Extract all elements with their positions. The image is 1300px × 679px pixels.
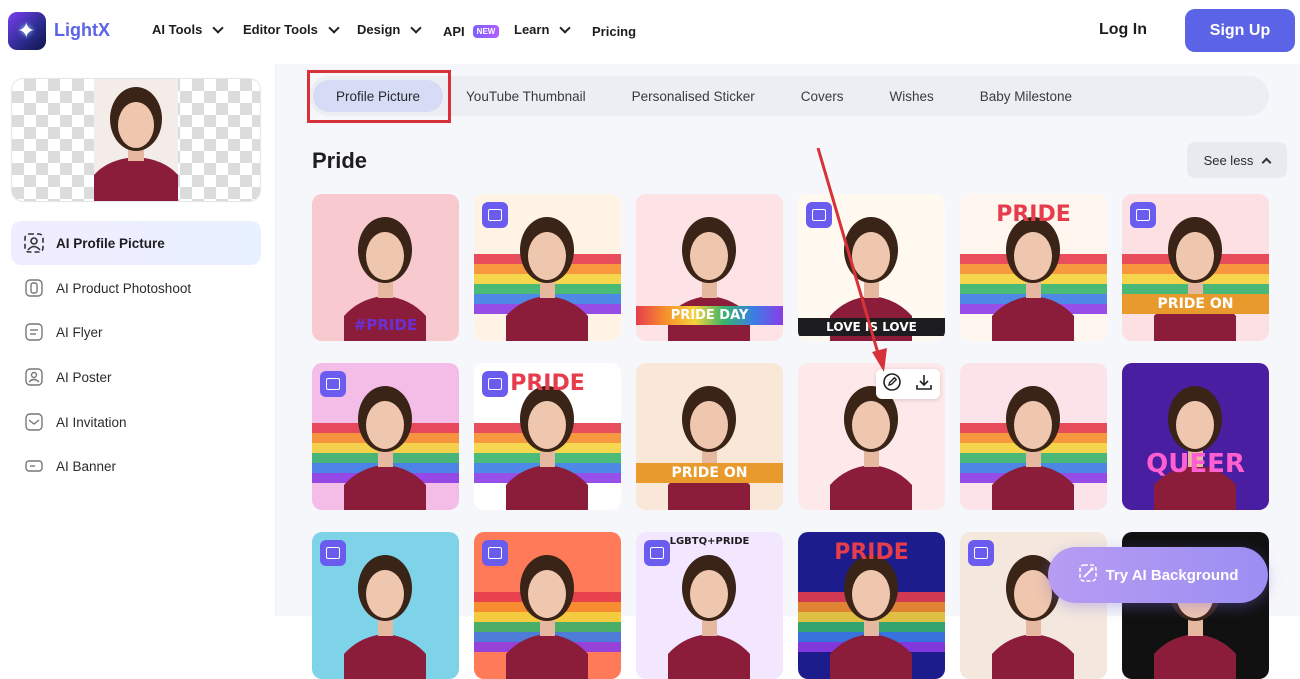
chevron-down-icon	[212, 21, 224, 34]
template-text: PRIDE	[996, 202, 1071, 227]
card-actions	[876, 369, 940, 399]
download-icon[interactable]	[914, 372, 934, 397]
profile-picture-icon	[23, 232, 45, 254]
try-ai-background-button[interactable]: Try AI Background	[1048, 547, 1268, 603]
sidebar-item-ai-profile-picture[interactable]: AI Profile Picture	[11, 221, 261, 265]
image-icon	[482, 540, 508, 566]
see-less-button[interactable]: See less	[1187, 142, 1287, 178]
login-link[interactable]: Log In	[1099, 21, 1147, 39]
nav-design[interactable]: Design	[357, 21, 423, 37]
image-icon	[806, 202, 832, 228]
nav-editor-tools[interactable]: Editor Tools	[243, 21, 340, 37]
template-card[interactable]: PRIDE DAY	[636, 194, 783, 341]
sidebar-item-ai-invitation[interactable]: AI Invitation	[11, 400, 261, 444]
template-text: PRIDE	[510, 371, 585, 396]
sidebar-item-label: AI Poster	[56, 369, 112, 385]
nav-pricing-label: Pricing	[592, 24, 637, 39]
nav-api-label: API	[443, 24, 465, 39]
template-text: LOVE IS LOVE	[798, 318, 945, 336]
magic-wand-icon	[1078, 563, 1098, 587]
portrait-image	[960, 386, 1107, 510]
nav-learn-label: Learn	[514, 22, 550, 37]
template-text: #PRIDE	[353, 316, 418, 334]
new-badge: NEW	[472, 25, 500, 38]
tab-baby-milestone[interactable]: Baby Milestone	[957, 80, 1095, 112]
template-text: PRIDE	[834, 540, 909, 565]
template-card[interactable]: QUEER	[1122, 363, 1269, 510]
tab-covers[interactable]: Covers	[778, 80, 867, 112]
banner-icon	[23, 455, 45, 477]
portrait-image	[1154, 386, 1236, 510]
brand-name[interactable]: LightX	[54, 20, 110, 41]
template-text: PRIDE DAY	[636, 306, 783, 325]
image-icon	[968, 540, 994, 566]
sidebar-item-ai-product-photoshoot[interactable]: AI Product Photoshoot	[11, 266, 261, 310]
portrait-image	[94, 79, 178, 201]
template-card[interactable]	[798, 363, 945, 510]
template-text: PRIDE ON	[636, 463, 783, 483]
template-card[interactable]: LGBTQ+PRIDE	[636, 532, 783, 679]
invitation-icon	[23, 411, 45, 433]
chevron-down-icon	[410, 21, 423, 34]
template-card[interactable]: PRIDE ON	[1122, 194, 1269, 341]
sidebar-item-label: AI Banner	[56, 458, 117, 474]
nav-pricing[interactable]: Pricing	[592, 24, 636, 39]
see-less-label: See less	[1203, 152, 1254, 168]
category-tabs: Profile Picture YouTube Thumbnail Person…	[309, 76, 1269, 116]
image-icon	[1130, 202, 1156, 228]
chevron-down-icon	[559, 21, 572, 34]
sidebar-item-label: AI Flyer	[56, 324, 103, 340]
lightx-logo-icon[interactable]: ✦	[8, 12, 46, 50]
nav-editor-tools-label: Editor Tools	[243, 22, 318, 37]
template-text: LGBTQ+PRIDE	[669, 536, 750, 547]
nav-learn[interactable]: Learn	[514, 21, 572, 37]
nav-ai-tools[interactable]: AI Tools	[152, 21, 224, 37]
portrait-image	[668, 386, 750, 510]
template-card[interactable]: #PRIDE	[312, 194, 459, 341]
template-card[interactable]	[312, 363, 459, 510]
template-card[interactable]: PRIDE	[798, 532, 945, 679]
tab-youtube-thumbnail[interactable]: YouTube Thumbnail	[443, 80, 609, 112]
highlight-box	[307, 70, 451, 123]
template-card[interactable]	[960, 363, 1107, 510]
image-icon	[482, 202, 508, 228]
tab-personalised-sticker[interactable]: Personalised Sticker	[609, 80, 778, 112]
template-card[interactable]	[312, 532, 459, 679]
sidebar-item-ai-banner[interactable]: AI Banner	[11, 444, 261, 488]
chevron-up-icon	[1261, 157, 1272, 167]
image-icon	[320, 371, 346, 397]
top-header: ✦ LightX AI Tools Editor Tools Design AP…	[0, 0, 1300, 64]
template-card[interactable]: PRIDE	[960, 194, 1107, 341]
sidebar: AI Profile Picture AI Product Photoshoot…	[0, 64, 276, 616]
try-ai-background-label: Try AI Background	[1105, 566, 1239, 584]
product-photoshoot-icon	[23, 277, 45, 299]
nav-api[interactable]: API NEW	[443, 24, 500, 39]
template-card[interactable]	[474, 532, 621, 679]
flyer-icon	[23, 321, 45, 343]
main-content: Profile Picture YouTube Thumbnail Person…	[276, 64, 1300, 679]
template-card[interactable]: PRIDE	[474, 363, 621, 510]
template-card[interactable]	[474, 194, 621, 341]
chevron-down-icon	[328, 21, 340, 34]
poster-icon	[23, 366, 45, 388]
image-icon	[320, 540, 346, 566]
sidebar-item-ai-flyer[interactable]: AI Flyer	[11, 310, 261, 354]
uploaded-photo-preview[interactable]	[11, 78, 261, 202]
edit-icon[interactable]	[882, 372, 902, 397]
signup-button[interactable]: Sign Up	[1185, 9, 1295, 52]
sidebar-item-label: AI Invitation	[56, 414, 127, 430]
tab-wishes[interactable]: Wishes	[866, 80, 956, 112]
sidebar-item-label: AI Profile Picture	[56, 235, 165, 251]
template-card[interactable]: PRIDE ON	[636, 363, 783, 510]
section-title: Pride	[312, 148, 368, 173]
sidebar-item-label: AI Product Photoshoot	[56, 280, 192, 296]
nav-ai-tools-label: AI Tools	[152, 22, 203, 37]
template-card[interactable]: LOVE IS LOVE	[798, 194, 945, 341]
template-text: PRIDE ON	[1122, 294, 1269, 314]
template-text: QUEER	[1146, 449, 1245, 479]
sidebar-item-ai-poster[interactable]: AI Poster	[11, 355, 261, 399]
nav-design-label: Design	[357, 22, 401, 37]
